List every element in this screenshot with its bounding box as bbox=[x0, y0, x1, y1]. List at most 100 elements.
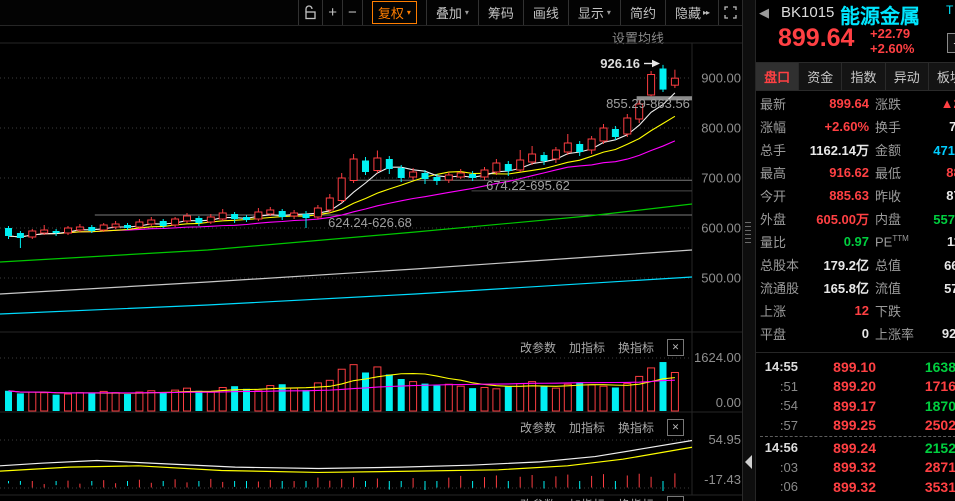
tick-time: 14:56 bbox=[764, 440, 798, 456]
candle-down bbox=[433, 177, 441, 181]
field-value: 165.8亿 bbox=[823, 281, 869, 296]
field-value: 92.31% bbox=[941, 326, 955, 341]
field-label-sup: TTM bbox=[892, 233, 909, 243]
high-annotation-label: 926.16 bbox=[600, 56, 640, 71]
volume-bar-down bbox=[5, 390, 12, 411]
field-value: 1162.14万 bbox=[809, 143, 869, 158]
volume-bar-up bbox=[147, 390, 156, 412]
candle-down bbox=[88, 227, 96, 231]
tab-pankou[interactable]: 盘口 bbox=[756, 63, 800, 90]
volume-pane-button-0[interactable]: 改参数 bbox=[520, 339, 556, 356]
volume-bar-up bbox=[206, 391, 215, 412]
volume-bar-up bbox=[135, 391, 144, 412]
quote-field-row: 最新 899.64 涨跌 ▲22.79 bbox=[760, 92, 955, 115]
field-value: 885.63 bbox=[829, 188, 869, 203]
panel-collapse-arrow-icon[interactable] bbox=[745, 455, 752, 469]
change-amount: +22.79 bbox=[870, 26, 911, 41]
candle-down bbox=[469, 174, 477, 178]
panel-splitter[interactable] bbox=[742, 0, 756, 501]
app-window: + − 复权 ▾ 叠加 ▾ 筹码 画线 显示 ▾ 简约 隐藏 ▸▸ 设置均线 900.00 800.00 7… bbox=[0, 0, 955, 501]
field-value: 6640亿 bbox=[944, 258, 955, 273]
volume-pane-button-1[interactable]: 加指标 bbox=[569, 339, 605, 356]
price-axis-label: 800.00 bbox=[701, 121, 741, 136]
field-value: 179.2亿 bbox=[823, 258, 869, 273]
field-value: 5766亿 bbox=[944, 281, 955, 296]
tick-volume: 1716 bbox=[924, 378, 955, 395]
candle-down bbox=[504, 164, 512, 171]
indicator-line bbox=[0, 446, 693, 474]
field-label: 流通股 bbox=[760, 281, 800, 296]
close-icon[interactable]: ✕ bbox=[667, 419, 685, 436]
volume-bar-up bbox=[480, 387, 489, 412]
field-label: 平盘 bbox=[760, 327, 787, 342]
minimize-button[interactable]: − bbox=[947, 33, 955, 53]
candle-down bbox=[159, 221, 167, 226]
volume-bar-up bbox=[64, 393, 72, 412]
candle-down bbox=[243, 217, 250, 220]
corner-t-icon[interactable]: T bbox=[946, 3, 953, 17]
volume-bar-down bbox=[195, 390, 203, 411]
candle-up bbox=[135, 221, 144, 228]
field-value: 557.14万 bbox=[933, 212, 955, 227]
long-ma-line bbox=[0, 276, 693, 315]
quote-field-row: 上涨 12 下跌 bbox=[760, 299, 955, 322]
clipped-pane-button-1[interactable]: 加指标 bbox=[569, 496, 605, 501]
tab-zijin[interactable]: 资金 bbox=[799, 63, 843, 90]
candle-down bbox=[5, 228, 12, 236]
tick-row: :03 899.32 2871 bbox=[760, 458, 955, 478]
field-value: +2.60% bbox=[824, 119, 869, 134]
back-icon[interactable]: ◀ bbox=[759, 5, 769, 21]
field-value: 899.64 bbox=[829, 96, 869, 111]
close-icon[interactable]: ✕ bbox=[667, 496, 685, 501]
volume-bar-up bbox=[40, 392, 49, 412]
close-icon[interactable]: ✕ bbox=[667, 339, 685, 356]
tab-yidong[interactable]: 异动 bbox=[886, 63, 929, 90]
tick-volume: 2502 bbox=[924, 417, 955, 434]
candle-up bbox=[147, 219, 156, 225]
tick-row: :54 899.17 1870 bbox=[760, 396, 955, 416]
quote-fields: 最新 899.64 涨跌 ▲22.79 涨幅 +2.60% 换手 7.01% 总手 1162.14… bbox=[756, 92, 955, 345]
candle-up bbox=[290, 212, 299, 217]
volume-pane-button-2[interactable]: 换指标 bbox=[618, 339, 654, 356]
indicator-pane-button-0[interactable]: 改参数 bbox=[520, 419, 556, 436]
candle-up bbox=[337, 177, 346, 201]
volume-bar-up bbox=[516, 383, 525, 412]
indicator-pane-button-1[interactable]: 加指标 bbox=[569, 419, 605, 436]
volume-bar-down bbox=[469, 388, 477, 411]
field-value: 0.97 bbox=[843, 234, 869, 249]
clipped-pane-button-0[interactable]: 改参数 bbox=[520, 496, 556, 501]
candle-up bbox=[28, 230, 37, 238]
candle-down bbox=[124, 225, 131, 228]
splitter-grip-icon[interactable] bbox=[745, 222, 751, 244]
tick-price: 899.10 bbox=[833, 358, 876, 375]
volume-bar-down bbox=[159, 392, 167, 411]
field-value: 876.85 bbox=[946, 188, 955, 203]
tab-zhishu[interactable]: 指数 bbox=[842, 63, 886, 90]
volume-bar-up bbox=[444, 383, 453, 412]
quote-field-row: 外盘 605.00万内盘 557.14万 bbox=[760, 207, 955, 230]
field-value: ▲22.79 bbox=[940, 96, 955, 111]
volume-axis-min-label: 0.00 bbox=[716, 395, 741, 410]
gap-label: 674.22-695.62 bbox=[486, 178, 570, 193]
candle-up bbox=[313, 207, 322, 218]
volume-bar-down bbox=[611, 387, 619, 411]
clipped-pane-button-2[interactable]: 换指标 bbox=[618, 496, 654, 501]
field-value: 916.62 bbox=[829, 165, 869, 180]
field-label: 内盘 bbox=[875, 212, 902, 227]
indicator-pane-button-2[interactable]: 换指标 bbox=[618, 419, 654, 436]
field-label: 换手 bbox=[875, 120, 902, 135]
candle-down bbox=[362, 160, 369, 172]
price-axis-label: 900.00 bbox=[701, 71, 741, 86]
volume-bar-down bbox=[421, 383, 429, 411]
field-label: 流值 bbox=[875, 281, 902, 296]
tick-time: :03 bbox=[779, 459, 798, 475]
volume-bar-up bbox=[456, 385, 465, 412]
quote-field-row: 涨幅 +2.60% 换手 7.01% bbox=[760, 115, 955, 138]
candle-up bbox=[599, 127, 608, 142]
candle-down bbox=[421, 173, 429, 179]
candle-up bbox=[563, 142, 572, 153]
quote-header: ◀ BK1015 能源金属 T 899.64 +22.79 +2.60% − bbox=[756, 0, 955, 61]
tab-bankuai[interactable]: 板块 bbox=[929, 63, 955, 90]
volume-bar-down bbox=[385, 374, 393, 411]
candle-down bbox=[397, 168, 405, 178]
